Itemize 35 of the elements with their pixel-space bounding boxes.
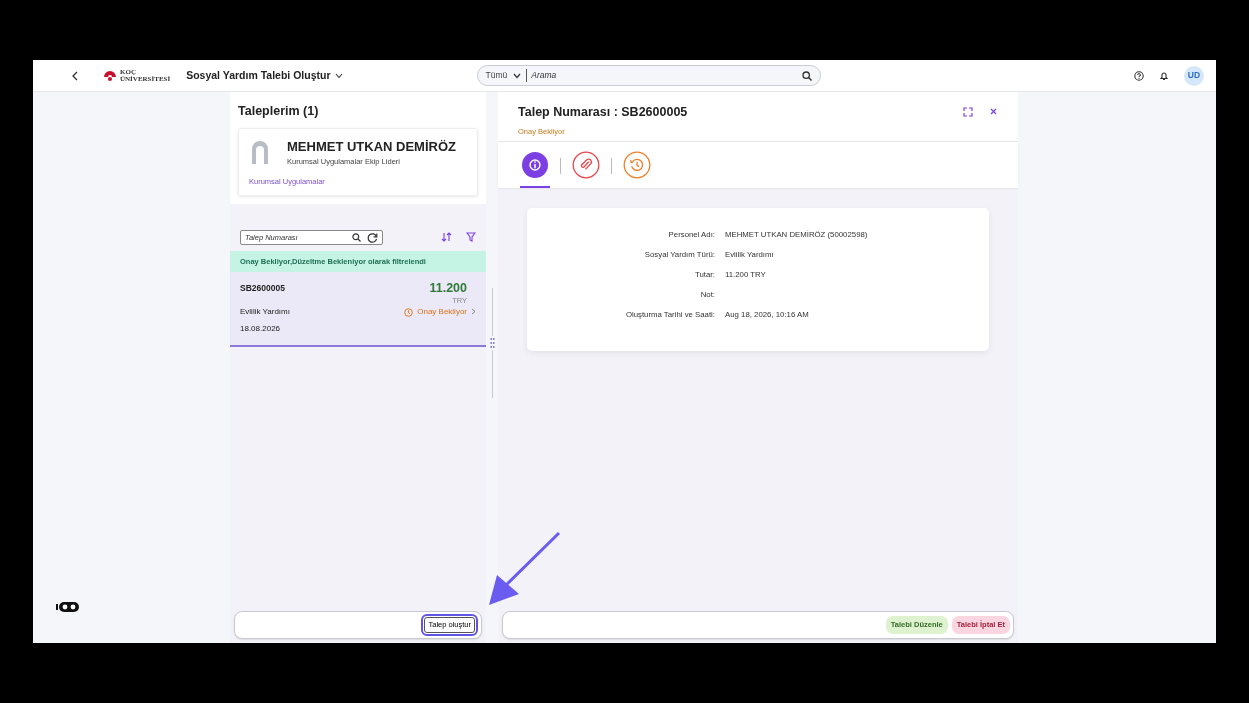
panel-title: Taleplerim (1) bbox=[238, 103, 320, 120]
request-amount: 11.200 bbox=[429, 282, 467, 295]
request-date: 18.08.2026 bbox=[240, 323, 282, 335]
request-status: Onay Bekliyor bbox=[417, 306, 467, 318]
chevron-down-icon bbox=[334, 72, 343, 79]
scope-label: Tümü bbox=[485, 69, 508, 82]
avatar[interactable]: UD bbox=[1184, 65, 1204, 86]
chevron-down-icon bbox=[513, 72, 522, 79]
detail-title: Talep Numarası : SB2600005 bbox=[518, 104, 688, 121]
help-icon[interactable] bbox=[1134, 70, 1144, 81]
close-icon[interactable] bbox=[989, 107, 998, 116]
info-icon bbox=[521, 151, 549, 179]
refresh-icon[interactable] bbox=[367, 231, 378, 243]
clock-icon bbox=[404, 307, 414, 317]
avatar-silhouette-icon bbox=[249, 138, 271, 167]
scope-dropdown[interactable]: Tümü bbox=[485, 69, 528, 82]
search-field[interactable]: Tümü Arama bbox=[476, 65, 821, 86]
history-icon bbox=[623, 151, 651, 179]
splitter-handle-icon[interactable] bbox=[489, 287, 495, 398]
robot-icon[interactable] bbox=[56, 601, 80, 613]
logo-icon bbox=[103, 69, 117, 82]
filter-icon[interactable] bbox=[466, 232, 476, 243]
profile-name: MEHMET UTKAN DEMİRÖZ bbox=[287, 137, 456, 156]
search-input[interactable]: Arama bbox=[527, 68, 802, 83]
paperclip-icon bbox=[572, 151, 600, 179]
request-number: SB2600005 bbox=[240, 282, 285, 295]
sort-icon[interactable] bbox=[441, 232, 452, 243]
search-icon[interactable] bbox=[352, 232, 361, 242]
detail-tab[interactable] bbox=[520, 151, 550, 188]
bell-icon[interactable] bbox=[1159, 70, 1169, 81]
fullscreen-icon[interactable] bbox=[963, 107, 973, 117]
back-icon[interactable] bbox=[71, 70, 79, 81]
search-icon[interactable] bbox=[801, 70, 812, 81]
chevron-right-icon bbox=[471, 308, 476, 315]
request-type: Evlilik Yardımı bbox=[240, 306, 290, 318]
